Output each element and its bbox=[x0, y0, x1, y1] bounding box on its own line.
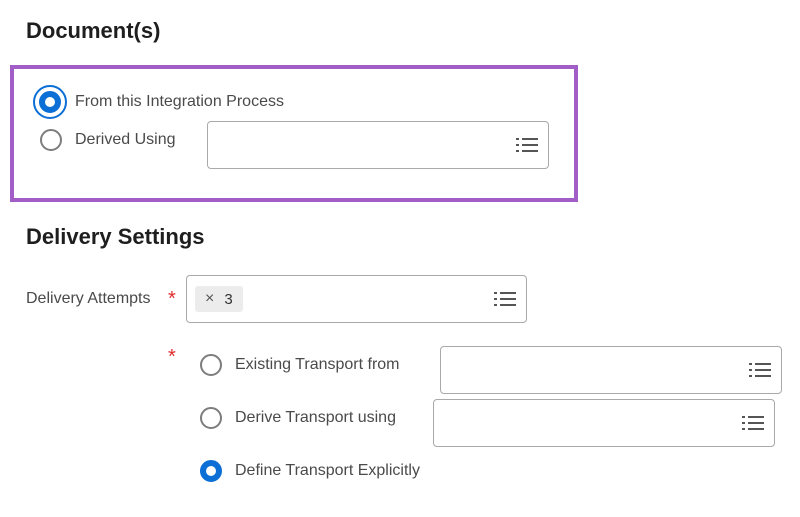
documents-heading: Document(s) bbox=[26, 18, 161, 43]
close-icon[interactable]: × bbox=[205, 290, 214, 308]
delivery-attempts-field[interactable]: × 3 bbox=[186, 275, 527, 323]
radio-label-define-transport-explicitly: Define Transport Explicitly bbox=[235, 462, 420, 479]
radio-label-derive-transport: Derive Transport using bbox=[235, 409, 396, 426]
delivery-attempts-required-mark: * bbox=[168, 288, 176, 310]
radio-label-derived-using: Derived Using bbox=[75, 131, 176, 148]
radio-define-transport-explicitly[interactable] bbox=[200, 460, 222, 482]
radio-label-from-integration-process: From this Integration Process bbox=[75, 93, 284, 110]
radio-existing-transport[interactable] bbox=[200, 354, 222, 376]
list-icon[interactable] bbox=[516, 136, 538, 154]
transport-required-mark: * bbox=[168, 346, 176, 368]
delivery-attempts-value: 3 bbox=[224, 290, 233, 308]
list-icon[interactable] bbox=[749, 361, 771, 379]
list-icon[interactable] bbox=[494, 290, 516, 308]
delivery-attempts-label: Delivery Attempts bbox=[26, 290, 151, 307]
radio-label-existing-transport: Existing Transport from bbox=[235, 356, 400, 373]
list-icon[interactable] bbox=[742, 414, 764, 432]
radio-from-integration-process[interactable] bbox=[39, 91, 61, 113]
derive-transport-prompt-field[interactable] bbox=[433, 399, 775, 447]
radio-derive-transport[interactable] bbox=[200, 407, 222, 429]
existing-transport-prompt-field[interactable] bbox=[440, 346, 782, 394]
delivery-attempts-chip: × 3 bbox=[195, 286, 243, 312]
radio-derived-using[interactable] bbox=[40, 129, 62, 151]
delivery-settings-heading: Delivery Settings bbox=[26, 224, 205, 249]
derived-using-prompt-field[interactable] bbox=[207, 121, 549, 169]
